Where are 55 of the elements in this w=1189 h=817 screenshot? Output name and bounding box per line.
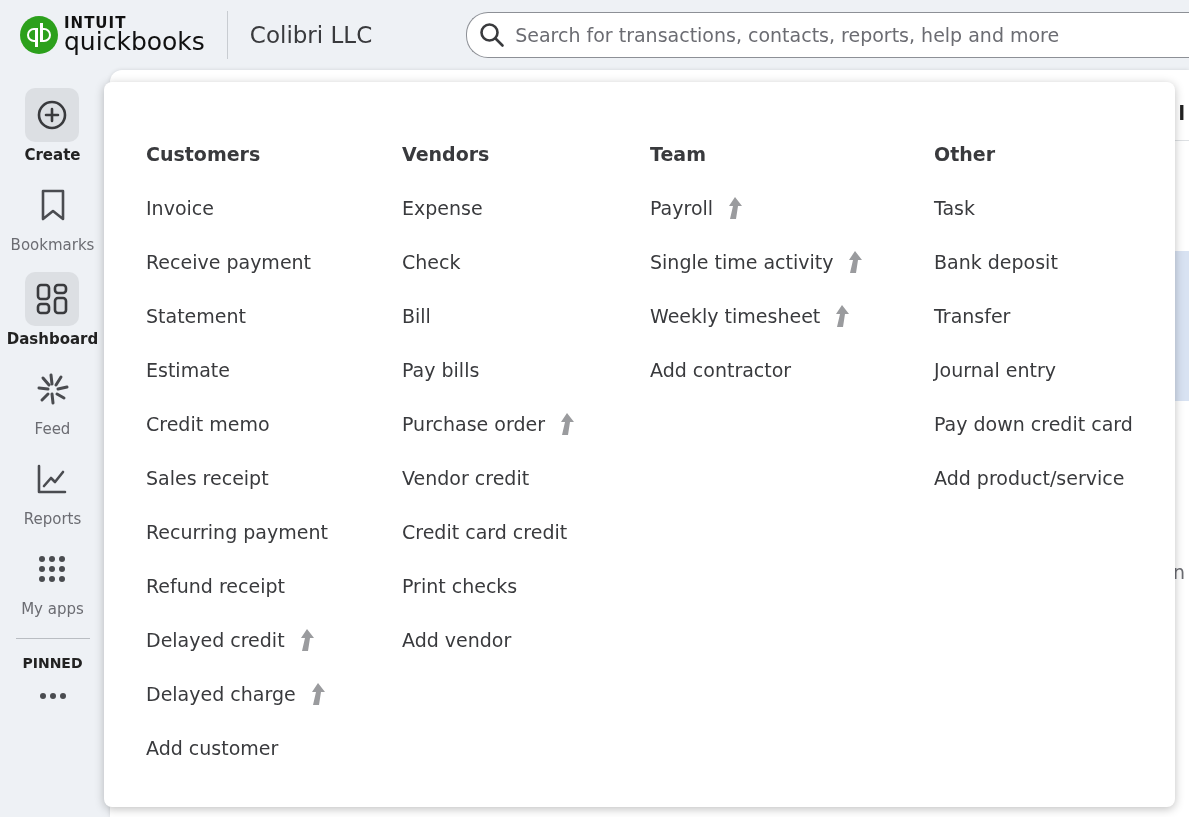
bookmark-icon bbox=[39, 189, 66, 221]
search-bar[interactable]: Search for transactions, contacts, reports, help and more bbox=[466, 12, 1189, 58]
menu-item[interactable]: Statement bbox=[146, 304, 246, 328]
menu-item[interactable]: Add contractor bbox=[650, 358, 792, 382]
menu-item[interactable]: Invoice bbox=[146, 196, 214, 220]
menu-item[interactable]: Delayed credit bbox=[146, 628, 315, 652]
menu-item[interactable]: Print checks bbox=[402, 574, 518, 598]
menu-column-heading: Other bbox=[934, 142, 996, 166]
menu-item[interactable]: Estimate bbox=[146, 358, 230, 382]
menu-item[interactable]: Weekly timesheet bbox=[650, 304, 851, 328]
sidebar-item[interactable]: Reports bbox=[23, 452, 82, 528]
menu-column-heading: Customers bbox=[146, 142, 261, 166]
search-icon bbox=[479, 22, 506, 48]
more-icon[interactable] bbox=[39, 693, 66, 699]
sidebar-item[interactable]: Feed bbox=[25, 362, 80, 438]
menu-column-heading: Vendors bbox=[402, 142, 490, 166]
menu-item[interactable]: Journal entry bbox=[934, 358, 1056, 382]
menu-item[interactable]: Add product/service bbox=[934, 466, 1125, 490]
menu-item[interactable]: Add vendor bbox=[402, 628, 512, 652]
pinned-label: PINNED bbox=[22, 655, 83, 671]
menu-item[interactable]: Bank deposit bbox=[934, 250, 1058, 274]
background-text-fragment: l bbox=[1178, 102, 1185, 124]
sidebar-item[interactable]: My apps bbox=[21, 542, 84, 618]
sidebar-item[interactable]: Bookmarks bbox=[10, 178, 95, 254]
dashboard-grid-icon bbox=[36, 283, 69, 315]
plus-circle-icon bbox=[36, 99, 69, 131]
menu-item[interactable]: Add customer bbox=[146, 736, 279, 760]
menu-item[interactable]: Pay down credit card bbox=[934, 412, 1133, 436]
menu-item[interactable]: Transfer bbox=[934, 304, 1011, 328]
line-chart-icon bbox=[36, 463, 69, 495]
menu-item[interactable]: Payroll bbox=[650, 196, 744, 220]
menu-item[interactable]: Expense bbox=[402, 196, 483, 220]
menu-item[interactable]: Bill bbox=[402, 304, 431, 328]
logo-wordmark: quickbooks bbox=[64, 29, 205, 54]
menu-item[interactable]: Refund receipt bbox=[146, 574, 285, 598]
menu-item[interactable]: Task bbox=[934, 196, 975, 220]
menu-item[interactable]: Recurring payment bbox=[146, 520, 328, 544]
burst-icon bbox=[36, 373, 69, 405]
menu-item[interactable]: Credit memo bbox=[146, 412, 270, 436]
quickbooks-logo-icon bbox=[20, 16, 58, 54]
menu-column-heading: Team bbox=[650, 142, 706, 166]
menu-item[interactable]: Single time activity bbox=[650, 250, 864, 274]
background-text-fragment: n bbox=[1172, 561, 1186, 583]
menu-item[interactable]: Check bbox=[402, 250, 461, 274]
logo-wordmark-top: INTUIT bbox=[64, 16, 127, 31]
menu-item[interactable]: Vendor credit bbox=[402, 466, 530, 490]
menu-item[interactable]: Sales receipt bbox=[146, 466, 269, 490]
menu-item[interactable]: Credit card credit bbox=[402, 520, 568, 544]
apps-dots-icon bbox=[38, 555, 67, 583]
sidebar-item[interactable]: Dashboard bbox=[6, 272, 99, 348]
menu-item[interactable]: Purchase order bbox=[402, 412, 575, 436]
company-name: Colibri LLC bbox=[249, 22, 373, 48]
menu-item[interactable]: Pay bills bbox=[402, 358, 480, 382]
menu-item[interactable]: Delayed charge bbox=[146, 682, 326, 706]
menu-item[interactable]: Receive payment bbox=[146, 250, 312, 274]
